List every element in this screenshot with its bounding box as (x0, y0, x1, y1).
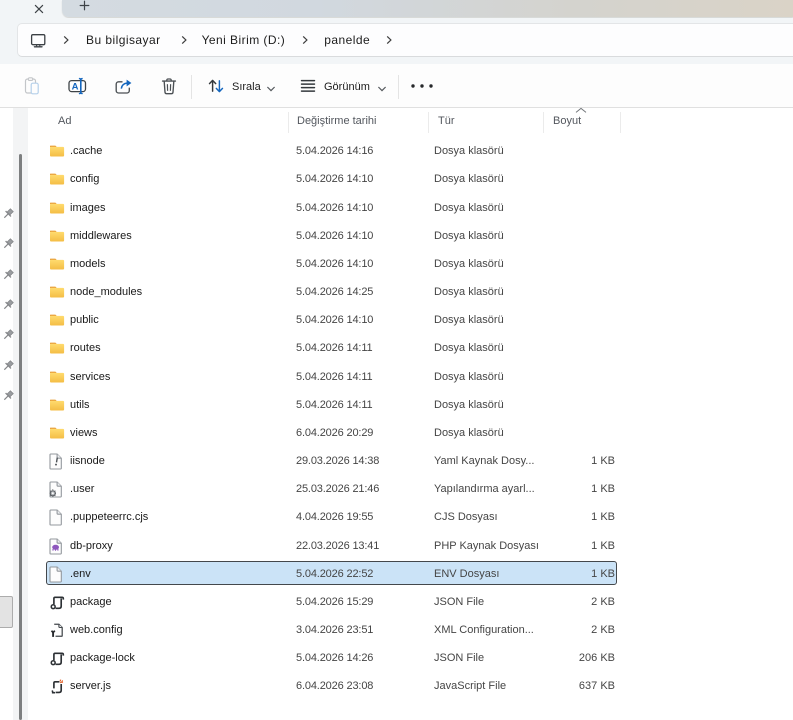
svg-text:A: A (72, 82, 79, 93)
